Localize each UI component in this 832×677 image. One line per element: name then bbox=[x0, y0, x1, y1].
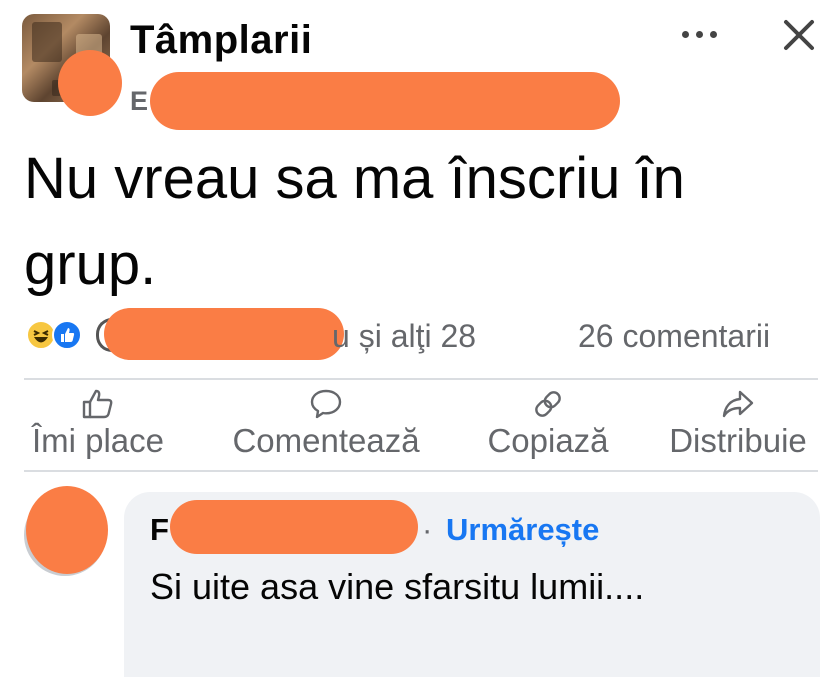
share-button[interactable]: Distribuie bbox=[656, 388, 820, 460]
divider bbox=[24, 470, 818, 472]
follow-button[interactable]: Urmărește bbox=[446, 512, 599, 548]
divider bbox=[24, 378, 818, 380]
like-label: Îmi place bbox=[31, 422, 165, 459]
commenter-name[interactable]: F bbox=[150, 512, 169, 548]
thumbs-up-icon bbox=[82, 389, 113, 419]
redaction-mark bbox=[26, 486, 108, 574]
comment-text: Si uite asa vine sfarsitu lumii.... bbox=[150, 566, 645, 607]
comments-count[interactable]: 26 comentarii bbox=[578, 318, 770, 355]
separator-dot: · bbox=[422, 512, 433, 547]
comment-button[interactable]: Comentează bbox=[214, 388, 438, 460]
post-card: Tâmplarii E Nu vreau sa ma înscriu în gr… bbox=[0, 0, 832, 677]
link-icon bbox=[535, 391, 561, 417]
copy-button[interactable]: Copiază bbox=[476, 388, 620, 460]
reactors-summary[interactable]: u și alţi 28 bbox=[332, 318, 476, 355]
post-text: Nu vreau sa ma înscriu în grup. bbox=[24, 146, 685, 297]
author-name[interactable]: E bbox=[130, 86, 148, 117]
comment-icon bbox=[310, 389, 342, 419]
close-icon[interactable] bbox=[782, 18, 816, 52]
redaction-mark bbox=[170, 500, 418, 554]
group-name[interactable]: Tâmplarii bbox=[130, 18, 312, 63]
copy-label: Copiază bbox=[487, 422, 609, 459]
comment-label: Comentează bbox=[232, 422, 420, 459]
share-icon bbox=[722, 390, 754, 418]
share-label: Distribuie bbox=[669, 422, 807, 459]
redaction-mark bbox=[104, 308, 344, 360]
redaction-mark bbox=[58, 50, 122, 116]
redaction-mark bbox=[150, 72, 620, 130]
like-reaction-icon[interactable] bbox=[52, 320, 82, 350]
more-options-icon[interactable] bbox=[678, 22, 722, 46]
like-button[interactable]: Îmi place bbox=[20, 388, 176, 460]
